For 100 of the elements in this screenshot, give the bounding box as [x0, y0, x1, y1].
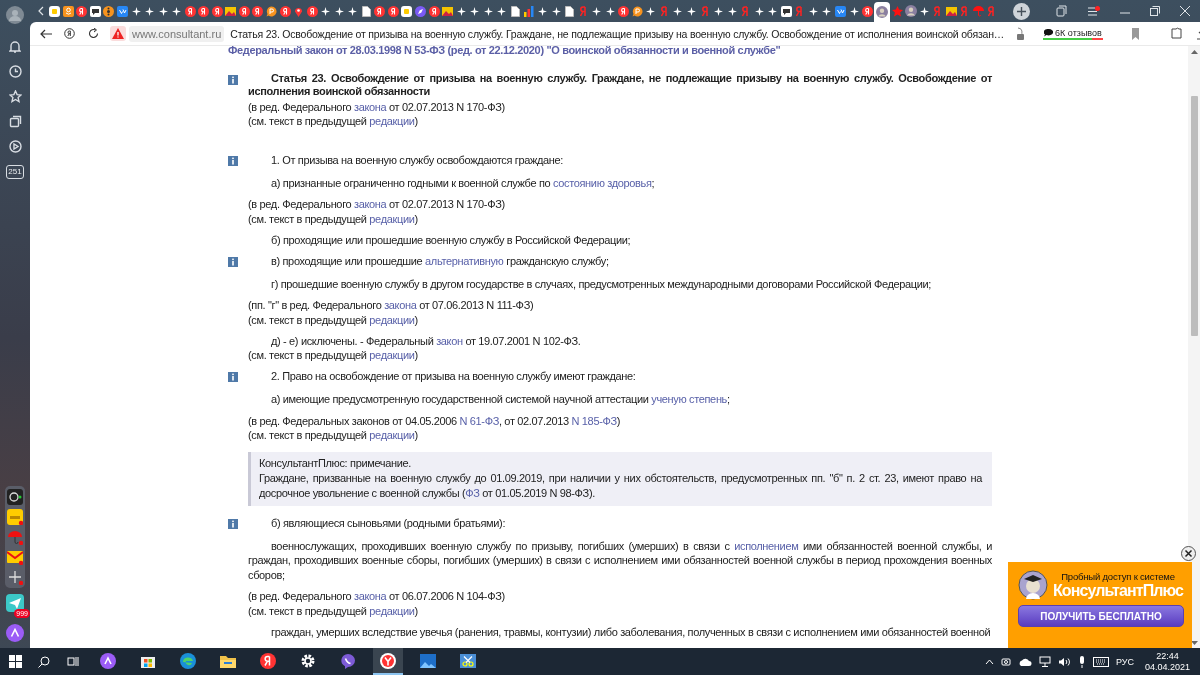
scissors-icon[interactable]	[460, 653, 476, 668]
browser-tab[interactable]	[874, 2, 891, 22]
tabs-icon[interactable]	[1056, 5, 1067, 17]
edition-note: (в ред. Федеральных законов от 04.05.2006 N 61-ФЗ, от 02.07.2013 N 185-ФЗ)	[248, 413, 622, 429]
mail-app-icon[interactable]	[7, 549, 23, 565]
avatar-icon[interactable]	[876, 6, 889, 18]
image-icon[interactable]	[945, 6, 957, 16]
play-icon[interactable]	[8, 140, 22, 153]
camera-icon[interactable]	[1000, 656, 1011, 667]
keyboard-icon[interactable]	[1092, 656, 1109, 667]
article-paragraph: граждан, умерших вследствие увечья (ранения, травмы, контузии) либо заболевания, полученных в связи с исполнением ими обязанностей военной	[270, 624, 992, 640]
back-icon[interactable]	[40, 28, 52, 39]
info-icon[interactable]	[228, 372, 238, 383]
link[interactable]: редакции	[369, 115, 415, 128]
new-tab-icon[interactable]	[1012, 2, 1030, 20]
restore-icon[interactable]	[1150, 6, 1160, 16]
bookmark-icon[interactable]	[1130, 27, 1140, 40]
link[interactable]: N 61-ФЗ	[459, 414, 499, 427]
edition-note: (см. текст в предыдущей редакции)	[248, 312, 419, 328]
camera-app-icon[interactable]	[7, 489, 23, 505]
profile-avatar[interactable]	[6, 6, 24, 24]
sparkle-icon[interactable]	[919, 6, 929, 16]
image-icon[interactable]	[225, 6, 237, 16]
link[interactable]: редакции	[369, 604, 415, 617]
bookmarks-icon[interactable]	[8, 90, 22, 103]
image-icon[interactable]	[442, 6, 454, 16]
tab-scroll-left-icon[interactable]	[38, 6, 44, 16]
page-title: Статья 23. Освобождение от призыва на военную службу. Граждане, не подлежащие призыву на военную службу. Освобождение от исполнения воинской обязан…	[230, 27, 1005, 40]
yandex-icon[interactable]	[260, 652, 276, 669]
link[interactable]: редакции	[369, 212, 415, 225]
sparkle-icon[interactable]	[646, 6, 656, 16]
clock[interactable]: 22:44 04.04.2021	[1144, 650, 1190, 673]
article-paragraph: 1. От призыва на военную службу освобождаются граждане:	[270, 152, 564, 168]
search-icon[interactable]	[38, 655, 50, 668]
add-icon[interactable]	[7, 569, 23, 585]
link[interactable]: исполнением	[734, 539, 799, 552]
edition-note: (в ред. Федерального закона от 02.07.2013 N 170-ФЗ)	[248, 196, 506, 212]
taskbar-app[interactable]	[373, 648, 403, 675]
link[interactable]: состоянию здоровья	[553, 176, 652, 189]
notifications-icon[interactable]	[9, 40, 21, 53]
link[interactable]: альтернативную	[425, 254, 504, 267]
edition-note: (см. текст в предыдущей редакции)	[248, 428, 419, 443]
show-hidden-icon[interactable]	[984, 658, 994, 665]
scrollbar-thumb[interactable]	[1190, 96, 1198, 336]
link[interactable]: закон	[436, 334, 463, 347]
get-free-button[interactable]: ПОЛУЧИТЬ БЕСПЛАТНО	[1018, 605, 1184, 627]
link[interactable]: N 185-ФЗ	[571, 414, 617, 427]
info-icon[interactable]	[228, 256, 238, 267]
gear-icon[interactable]	[300, 652, 316, 669]
viber-icon[interactable]	[340, 652, 356, 669]
link[interactable]: ученую степень	[651, 393, 727, 406]
yandex-icon[interactable]	[64, 28, 75, 39]
remark-title: КонсультантПлюс: примечание.	[259, 455, 412, 471]
address-field[interactable]: www.consultant.ru	[129, 25, 225, 42]
link[interactable]: ФЗ	[465, 486, 480, 499]
photos-icon[interactable]	[420, 653, 436, 668]
info-icon[interactable]	[228, 518, 238, 529]
folder-icon[interactable]	[220, 653, 236, 668]
edition-note: (пп. "г" в ред. Федерального закона от 07.06.2013 N 111-ФЗ)	[248, 297, 535, 313]
menu-icon[interactable]	[1087, 5, 1100, 17]
assistant-icon[interactable]	[100, 652, 116, 669]
edition-note: (см. текст в предыдущей редакции)	[248, 348, 419, 363]
link[interactable]: закона	[384, 298, 417, 311]
mascot-icon	[1018, 570, 1048, 600]
info-icon[interactable]	[228, 155, 238, 166]
edge-icon[interactable]	[180, 652, 196, 669]
history-icon[interactable]	[8, 65, 22, 78]
edition-note: (в ред. Федерального закона от 06.07.2006 N 104-ФЗ)	[248, 589, 506, 604]
document-header: Федеральный закон от 28.03.1998 N 53-ФЗ (ред. от 22.12.2020) "О воинской обязанности и военной службе"	[228, 46, 782, 58]
cloud-icon[interactable]	[1017, 657, 1032, 666]
scroll-down-icon[interactable]	[1190, 641, 1198, 646]
link[interactable]: закона	[354, 197, 387, 210]
article-paragraph: б) являющиеся сыновьями (родными братьями):	[270, 515, 507, 531]
link[interactable]: закона	[354, 590, 387, 603]
start-icon[interactable]	[9, 655, 22, 668]
warning-icon[interactable]	[110, 26, 126, 41]
close-icon[interactable]	[1181, 546, 1196, 561]
scrollbar[interactable]	[1188, 46, 1200, 648]
language-indicator[interactable]: РУС	[1115, 656, 1134, 667]
reviews-button[interactable]: 6К отзывов	[1043, 27, 1103, 40]
microphone-icon[interactable]	[1077, 655, 1086, 668]
reload-icon[interactable]	[88, 28, 99, 39]
article-paragraph: 2. Право на освобождение от призыва на военную службу имеют граждане:	[270, 369, 637, 385]
network-icon[interactable]	[1038, 656, 1051, 667]
browser-icon[interactable]	[380, 652, 396, 669]
volume-icon[interactable]	[1057, 656, 1071, 667]
edition-note: (см. текст в предыдущей редакции)	[248, 211, 419, 227]
scroll-up-icon[interactable]	[1190, 49, 1198, 54]
link[interactable]: редакции	[369, 349, 415, 362]
assistant-icon[interactable]	[6, 624, 24, 642]
tab-count-badge[interactable]: 251	[6, 165, 24, 179]
sparkle-icon[interactable]	[849, 6, 859, 16]
link[interactable]: редакции	[369, 313, 415, 326]
info-icon[interactable]	[228, 74, 238, 85]
collections-icon[interactable]	[8, 115, 22, 128]
messenger-app-icon[interactable]	[6, 594, 24, 612]
link[interactable]: закона	[354, 100, 387, 113]
task-view-icon[interactable]	[67, 656, 79, 667]
ad-heading: Пробный доступ к системе	[1061, 570, 1175, 582]
link[interactable]: редакции	[369, 429, 415, 442]
